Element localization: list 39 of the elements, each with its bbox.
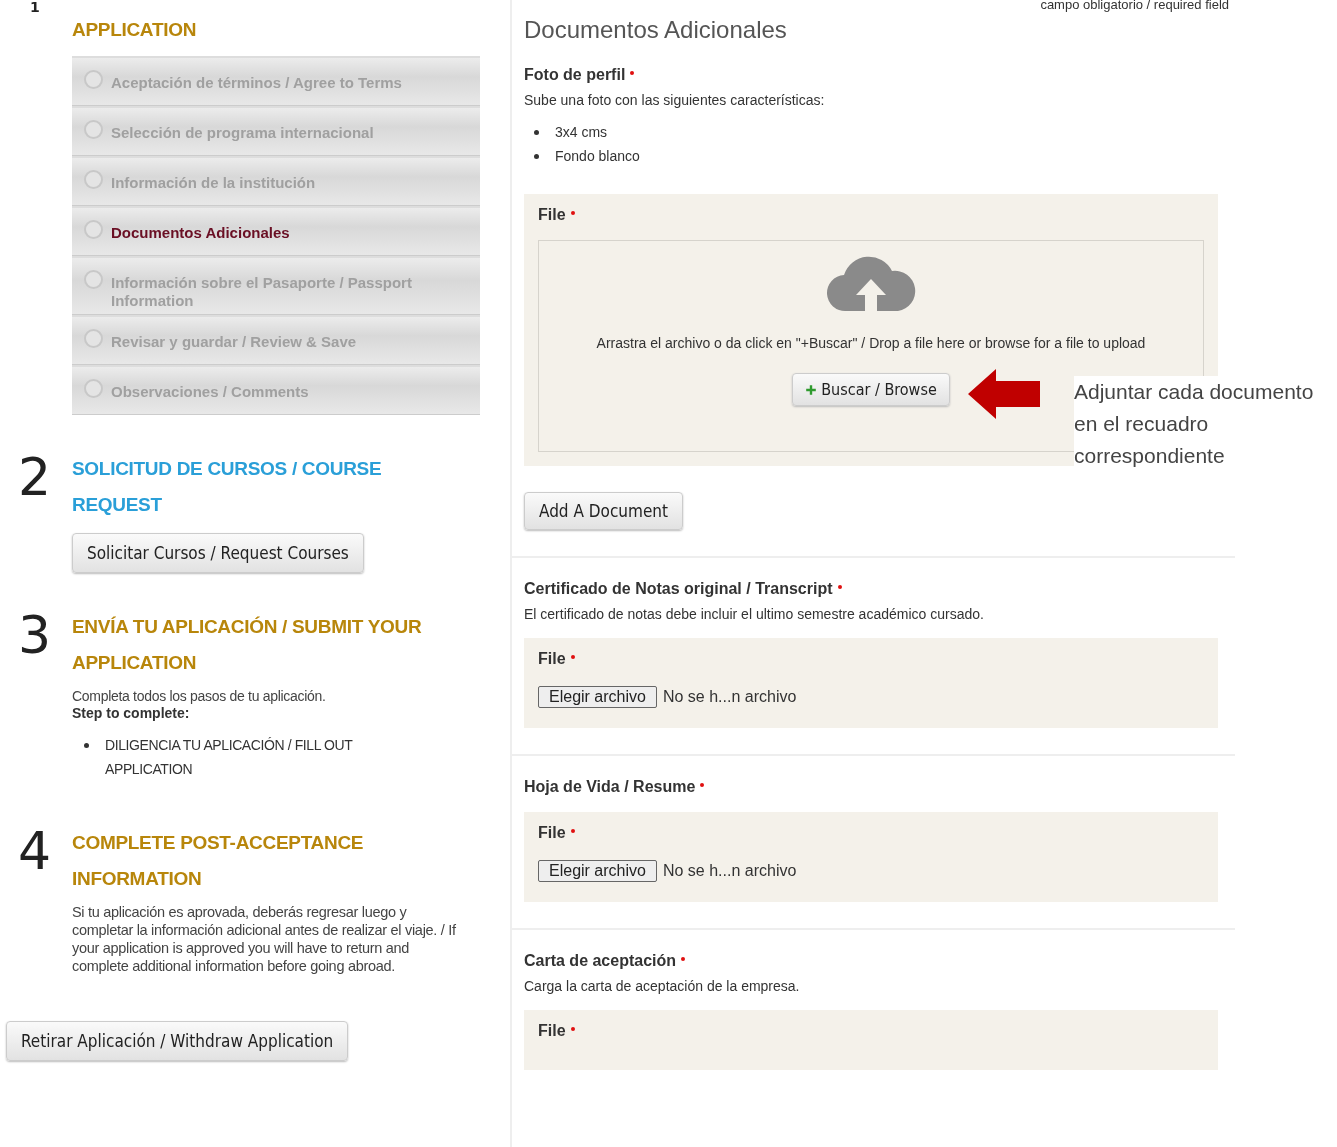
file-status: No se h...n archivo xyxy=(662,862,797,880)
nav-item[interactable]: Documentos Adicionales xyxy=(72,206,480,256)
step-title: SOLICITUD DE CURSOS / COURSE REQUEST xyxy=(72,457,383,517)
browse-button[interactable]: Buscar / Browse xyxy=(792,373,950,406)
step-subtitle: Step to complete: xyxy=(72,705,191,721)
section-title: Certificado de Notas original / Transcript xyxy=(524,580,833,598)
request-courses-button[interactable]: Solicitar Cursos / Request Courses xyxy=(72,533,364,573)
step-description: Completa todos los pasos de tu aplicación. xyxy=(72,687,327,705)
page-heading: Documentos Adicionales xyxy=(524,16,788,44)
choose-file-button[interactable]: Elegir archivo xyxy=(538,860,657,882)
file-label: File xyxy=(538,824,566,842)
file-label: File xyxy=(538,206,566,224)
plus-icon xyxy=(805,383,818,396)
section-title: Carta de aceptación xyxy=(524,952,677,970)
add-document-button[interactable]: Add A Document xyxy=(524,492,683,530)
step-bullet: DILIGENCIA TU APLICACIÓN / FILL OUT APPLICATION xyxy=(105,736,354,779)
drop-hint: Arrastra el archivo o da click en "+Buscar" / Drop a file here or browse for a file to upload xyxy=(595,335,1147,351)
file-label: File xyxy=(538,1022,566,1040)
step-number: 1 xyxy=(29,0,41,14)
requirement-item: 3x4 cms xyxy=(555,123,608,142)
section-title: Foto de perfil xyxy=(524,66,626,84)
step-description: Si tu aplicación es aprovada, deberás regresar luego y completar la información adicional antes de realizar el viaje. / If your application is approved you will have to return and complete additional information before going abroad. xyxy=(72,903,457,975)
arrow-icon xyxy=(967,369,1040,419)
file-status: No se h...n archivo xyxy=(662,688,797,706)
section-description: Carga la carta de aceptación de la empresa. xyxy=(524,978,801,994)
step-number: 3 xyxy=(17,609,53,667)
requirement-item: Fondo blanco xyxy=(555,147,640,166)
section-title: Hoja de Vida / Resume xyxy=(524,778,696,796)
required-note: campo obligatorio / required field xyxy=(1039,0,1229,12)
choose-file-button[interactable]: Elegir archivo xyxy=(538,686,657,708)
step-title: ENVÍA TU APLICACIÓN / SUBMIT YOUR APPLICATION xyxy=(72,615,423,675)
section-description: Sube una foto con las siguientes características: xyxy=(524,92,826,108)
step-title: COMPLETE POST-ACCEPTANCE INFORMATION xyxy=(72,831,365,891)
step-number: 4 xyxy=(17,825,53,883)
step-number: 2 xyxy=(17,451,53,509)
step-title: APPLICATION xyxy=(72,18,198,42)
file-label: File xyxy=(538,650,566,668)
section-description: El certificado de notas debe incluir el ultimo semestre académico cursado. xyxy=(524,606,985,622)
withdraw-button[interactable]: Retirar Aplicación / Withdraw Application xyxy=(6,1021,349,1061)
